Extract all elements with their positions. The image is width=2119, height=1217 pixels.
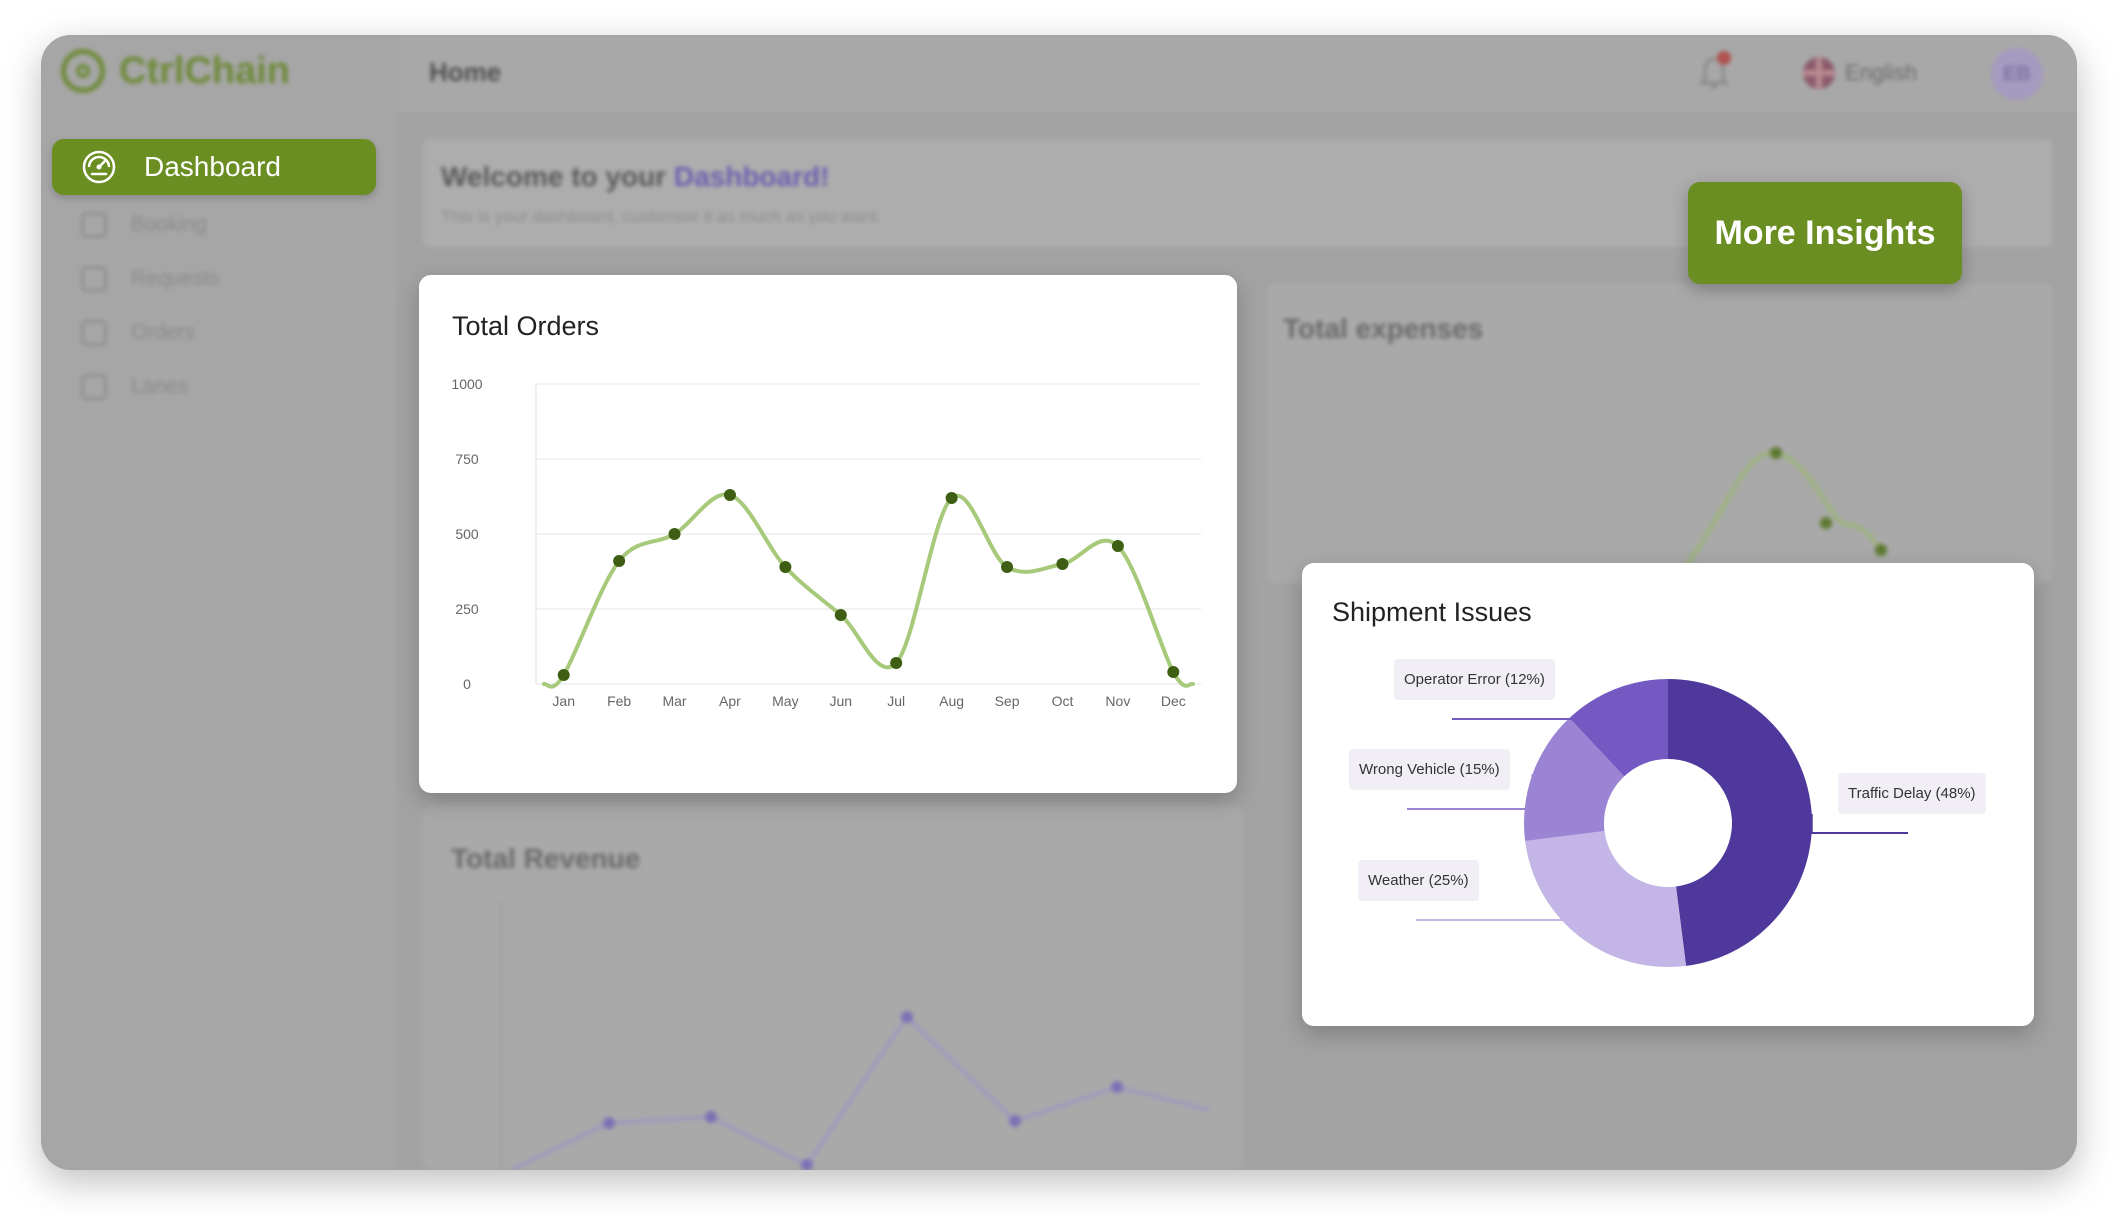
y-tick-label: 1000 (451, 376, 482, 392)
total-orders-chart: 0 250 500 750 1000 Jan Feb Mar Apr May Jun Jul Aug Se… (451, 376, 1201, 709)
leader-line (1810, 813, 1908, 834)
data-point (890, 657, 903, 669)
x-tick-label: Jul (887, 693, 905, 709)
data-point (668, 528, 681, 540)
series-line (542, 492, 1195, 689)
x-tick-label: Nov (1105, 693, 1130, 709)
x-tick-label: May (772, 693, 798, 709)
dashboard-gauge-icon (82, 150, 116, 184)
shipment-issues-card: Shipment Issues Traffic Delay (48%) Weath… (1302, 563, 2034, 1026)
x-tick-label: Jun (830, 693, 853, 709)
data-point (834, 609, 847, 621)
x-tick-label: Dec (1161, 693, 1186, 709)
y-tick-label: 250 (455, 601, 479, 617)
slice-label: Traffic Delay (48%) (1838, 773, 1986, 814)
x-tick-label: Aug (939, 693, 964, 709)
data-point (779, 561, 792, 573)
x-tick-label: Feb (607, 693, 631, 709)
x-tick-label: Oct (1052, 693, 1074, 709)
data-point (1056, 558, 1069, 570)
data-point (723, 489, 736, 501)
slice-label: Operator Error (12%) (1394, 659, 1555, 700)
y-tick-label: 500 (455, 526, 479, 542)
donut-slice (1668, 679, 1812, 966)
y-tick-label: 0 (463, 676, 471, 692)
slice-label: Wrong Vehicle (15%) (1349, 749, 1510, 790)
x-tick-label: Sep (995, 693, 1020, 709)
data-point (613, 555, 626, 567)
donut-slice (1525, 831, 1687, 967)
app-window: CtrlChain Home English EB Booking Reques… (41, 35, 2077, 1170)
sidebar-item-label: Dashboard (144, 151, 281, 182)
sidebar-item-dashboard[interactable]: Dashboard (52, 139, 376, 195)
data-point (1167, 666, 1180, 678)
slice-label: Weather (25%) (1358, 860, 1479, 901)
more-insights-button[interactable]: More Insights (1688, 182, 1962, 284)
data-point (1001, 561, 1014, 573)
data-point (945, 492, 958, 504)
x-tick-label: Mar (662, 693, 686, 709)
y-tick-label: 750 (455, 451, 479, 467)
total-orders-card: Total Orders 0 250 500 750 1000 Jan Feb Mar Apr M… (419, 275, 1237, 793)
data-point (1111, 540, 1124, 552)
data-point (557, 669, 570, 681)
leader-line (1416, 919, 1581, 937)
x-tick-label: Jan (552, 693, 575, 709)
x-tick-label: Apr (719, 693, 741, 709)
